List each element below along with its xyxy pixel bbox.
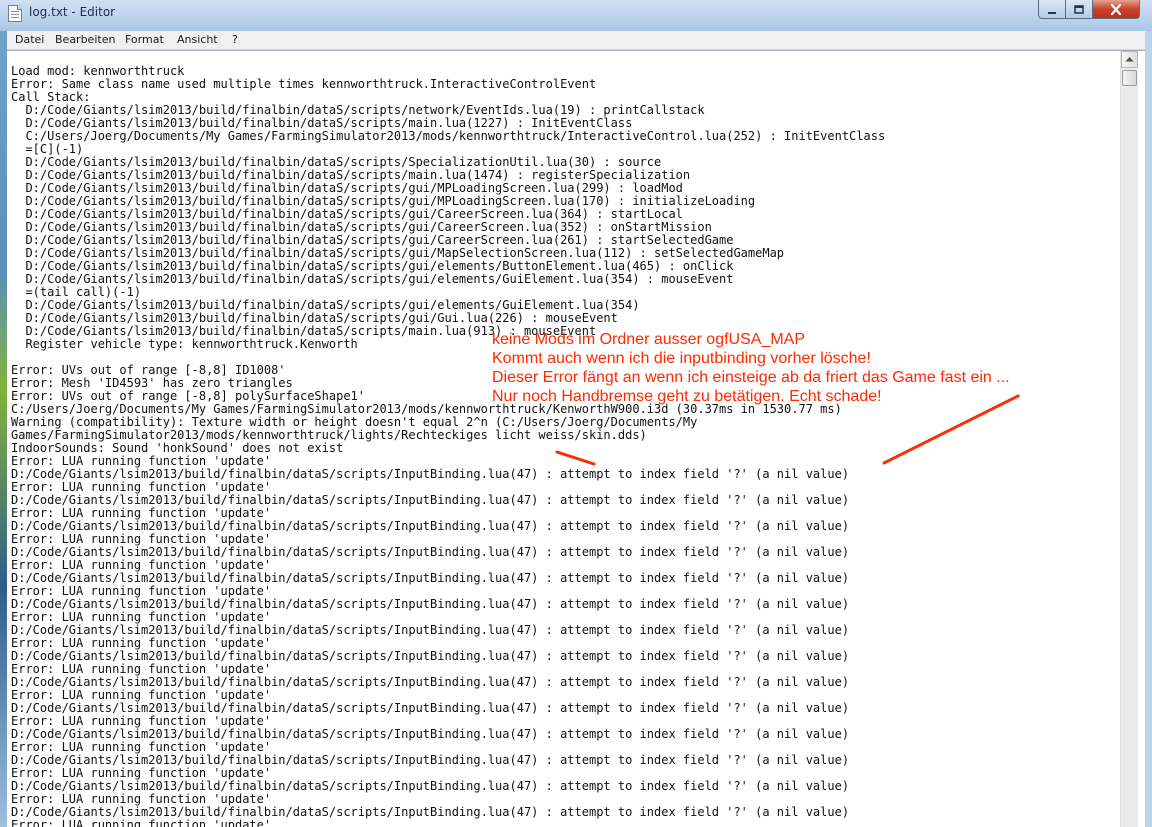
chevron-up-icon [1125,57,1134,62]
menu-datei[interactable]: Datei [15,33,44,46]
desktop-edge [0,31,7,827]
menu-ansicht[interactable]: Ansicht [177,33,218,46]
maximize-icon [1074,5,1084,14]
annotation-line: Kommt auch wenn ich die inputbinding vor… [492,350,871,367]
log-line: D:/Code/Giants/lsim2013/build/finalbin/d… [11,272,734,286]
editor-window: log.txt - Editor Datei Bearbeiten Format… [0,0,1152,827]
annotation-line: Dieser Error fängt an wenn ich einsteige… [492,369,1010,386]
icon-line [11,11,19,12]
window-frame-right [1145,31,1152,827]
menu-format[interactable]: Format [125,33,164,46]
minimize-icon [1048,12,1056,14]
notepad-icon [8,5,22,22]
menu-bar: Datei Bearbeiten Format Ansicht ? [7,31,1145,50]
scroll-thumb[interactable] [1122,70,1137,86]
vertical-scrollbar[interactable] [1120,51,1138,827]
log-line: C:/Users/Joerg/Documents/My Games/Farmin… [11,129,886,143]
title-bar[interactable]: log.txt - Editor [0,0,1152,31]
menu-help[interactable]: ? [232,33,238,46]
close-button[interactable] [1092,0,1140,19]
annotation-text: keine Mods im Ordner ausser ogfUSA_MAP K… [492,330,1010,406]
menu-bearbeiten[interactable]: Bearbeiten [55,33,115,46]
page-corner [17,5,22,10]
log-line: Error: LUA running function 'update' [11,818,272,827]
window-title: log.txt - Editor [29,5,116,19]
icon-line [11,14,19,15]
maximize-button[interactable] [1065,0,1093,19]
icon-line [11,17,19,18]
log-line: Error: Same class name used multiple tim… [11,77,597,91]
annotation-line: Nur noch Handbremse geht zu betätigen. E… [492,388,882,405]
close-icon [1110,3,1122,16]
log-text[interactable]: Load mod: kennworthtruck Error: Same clas… [11,65,1119,827]
annotation-line: keine Mods im Ordner ausser ogfUSA_MAP [492,331,806,348]
minimize-button[interactable] [1038,0,1066,19]
editor-area[interactable]: Load mod: kennworthtruck Error: Same clas… [7,50,1145,827]
scroll-up-button[interactable] [1121,51,1138,68]
